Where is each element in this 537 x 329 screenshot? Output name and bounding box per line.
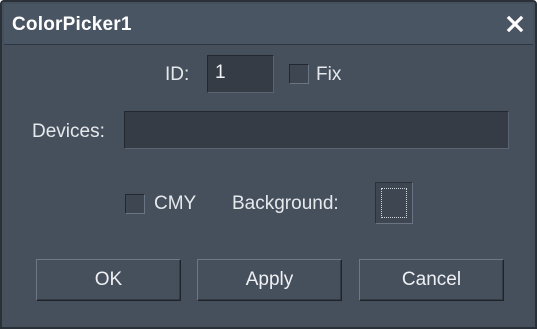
devices-field[interactable] bbox=[124, 111, 509, 149]
cmy-checkbox[interactable] bbox=[125, 194, 145, 214]
fix-label: Fix bbox=[316, 64, 342, 85]
id-field[interactable]: 1 bbox=[207, 55, 274, 93]
fix-checkbox[interactable] bbox=[289, 64, 309, 84]
title-bar[interactable]: ColorPicker1 bbox=[4, 4, 533, 45]
apply-button[interactable]: Apply bbox=[197, 259, 342, 301]
devices-label: Devices: bbox=[32, 121, 105, 142]
id-label: ID: bbox=[165, 64, 190, 85]
background-label: Background: bbox=[232, 193, 339, 214]
ok-button[interactable]: OK bbox=[36, 259, 181, 301]
focus-indicator bbox=[381, 188, 407, 218]
cancel-button[interactable]: Cancel bbox=[359, 259, 504, 301]
background-color-swatch[interactable] bbox=[375, 182, 413, 224]
close-button[interactable] bbox=[503, 12, 527, 36]
close-icon bbox=[506, 15, 524, 33]
colorpicker-dialog: ColorPicker1 ID: 1 Fix Devices: CMY Back… bbox=[0, 0, 537, 329]
window-title: ColorPicker1 bbox=[12, 14, 132, 35]
cmy-label: CMY bbox=[154, 193, 197, 214]
